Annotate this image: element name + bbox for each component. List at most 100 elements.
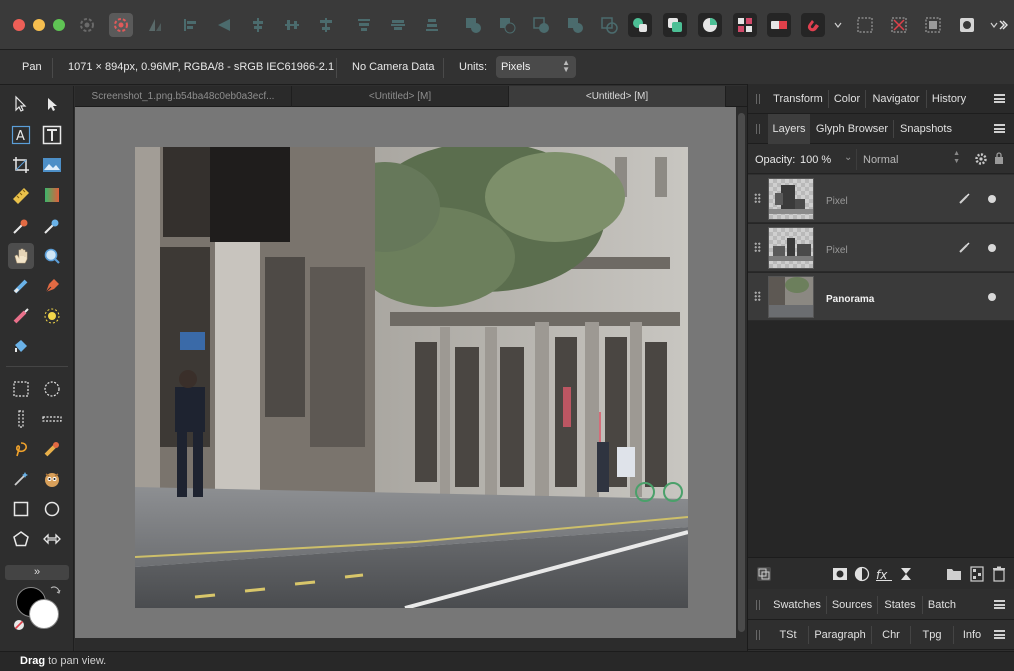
polygon-tool-icon[interactable] bbox=[8, 526, 34, 552]
close-window-button[interactable] bbox=[13, 19, 25, 31]
tab-screenshot-1[interactable]: Screenshot_1.png.b54ba48c0eb0a3ecf... bbox=[75, 86, 292, 107]
layer-settings-gear-icon[interactable] bbox=[974, 152, 988, 169]
flip-tool-icon[interactable] bbox=[39, 526, 65, 552]
live-filter-icon[interactable]: fx bbox=[876, 566, 892, 582]
fill-tool-icon[interactable] bbox=[8, 333, 34, 359]
layer-visibility-toggle[interactable] bbox=[988, 293, 996, 301]
align-bottom-icon[interactable] bbox=[420, 13, 444, 37]
layer-row[interactable]: Pixel bbox=[748, 175, 1014, 223]
toolbar-overflow-icon[interactable] bbox=[987, 13, 1011, 37]
tab-info[interactable]: Info bbox=[954, 620, 990, 650]
opacity-value[interactable]: 100 % bbox=[800, 154, 831, 166]
mask-toggle-icon[interactable] bbox=[767, 13, 791, 37]
quick-mask-icon[interactable] bbox=[733, 13, 757, 37]
boolean-intersect-icon[interactable] bbox=[529, 13, 553, 37]
align-right-icon[interactable] bbox=[246, 13, 270, 37]
add-mask-icon[interactable] bbox=[832, 566, 848, 582]
layer-drag-handle-icon[interactable] bbox=[754, 193, 761, 204]
refine-selection-icon[interactable] bbox=[955, 13, 979, 37]
vertical-scrollbar-thumb[interactable] bbox=[738, 113, 745, 632]
tab-layers[interactable]: Layers bbox=[768, 114, 810, 144]
opacity-dropdown-icon[interactable]: ⌄ bbox=[844, 152, 852, 163]
minimize-window-button[interactable] bbox=[33, 19, 45, 31]
selection-brush-paint-tool-icon[interactable] bbox=[39, 436, 65, 462]
tab-untitled-1[interactable]: <Untitled> [M] bbox=[292, 86, 509, 107]
selection-brush-tool-icon[interactable] bbox=[39, 303, 65, 329]
boolean-add-icon[interactable] bbox=[461, 13, 485, 37]
ellipse-tool-icon[interactable] bbox=[39, 496, 65, 522]
distribute-horizontal-icon[interactable] bbox=[280, 13, 304, 37]
boolean-subtract-icon[interactable] bbox=[495, 13, 519, 37]
tab-character[interactable]: Chr bbox=[872, 620, 910, 650]
delete-layer-trash-icon[interactable] bbox=[991, 566, 1007, 582]
retouch-tool-icon[interactable] bbox=[39, 466, 65, 492]
pen-tool-icon[interactable] bbox=[39, 273, 65, 299]
zoom-window-button[interactable] bbox=[53, 19, 65, 31]
swap-colors-icon[interactable] bbox=[49, 584, 61, 599]
align-left-icon[interactable] bbox=[178, 13, 202, 37]
expand-tools-button[interactable]: » bbox=[5, 565, 69, 580]
gradient-tool-icon[interactable] bbox=[39, 182, 65, 208]
rectangle-tool-icon[interactable] bbox=[8, 496, 34, 522]
brush-icon[interactable] bbox=[958, 242, 970, 257]
layer-blend-options-icon[interactable] bbox=[756, 566, 772, 582]
paint-brush-tool-icon[interactable] bbox=[8, 303, 34, 329]
panorama-image[interactable] bbox=[135, 147, 688, 608]
panel-grip-icon[interactable] bbox=[756, 630, 760, 640]
color-picker-tool-icon[interactable] bbox=[8, 213, 34, 239]
align-top-icon[interactable] bbox=[352, 13, 376, 37]
insert-behind-icon[interactable] bbox=[628, 13, 652, 37]
tab-glyph-browser[interactable]: Glyph Browser bbox=[811, 114, 893, 144]
boolean-divide-icon[interactable] bbox=[597, 13, 621, 37]
tab-snapshots[interactable]: Snapshots bbox=[894, 114, 958, 144]
elliptical-marquee-tool-icon[interactable] bbox=[39, 376, 65, 402]
tab-batch[interactable]: Batch bbox=[923, 590, 961, 620]
layer-drag-handle-icon[interactable] bbox=[754, 291, 761, 302]
add-group-folder-icon[interactable] bbox=[946, 566, 962, 582]
tab-swatches[interactable]: Swatches bbox=[768, 590, 826, 620]
photo-persona-icon[interactable] bbox=[109, 13, 133, 37]
vertical-scrollbar[interactable] bbox=[736, 107, 747, 638]
tab-navigator[interactable]: Navigator bbox=[866, 84, 926, 114]
lock-icon[interactable] bbox=[994, 151, 1004, 168]
select-all-icon[interactable] bbox=[853, 13, 877, 37]
layer-row[interactable]: Pixel bbox=[748, 224, 1014, 272]
node-select-tool-icon[interactable] bbox=[39, 91, 65, 117]
layer-row[interactable]: Panorama bbox=[748, 273, 1014, 321]
tab-sources[interactable]: Sources bbox=[827, 590, 877, 620]
tab-typography[interactable]: Tpg bbox=[911, 620, 953, 650]
freehand-selection-tool-icon[interactable] bbox=[8, 436, 34, 462]
blend-mode-dropdown[interactable]: Normal ▲ ▼ bbox=[856, 149, 966, 170]
horizontal-scrollbar[interactable] bbox=[75, 638, 747, 651]
crop-tool-icon[interactable] bbox=[8, 152, 34, 178]
measure-tool-icon[interactable] bbox=[8, 182, 34, 208]
artistic-text-tool-icon[interactable]: A bbox=[8, 122, 34, 148]
panel-grip-icon[interactable] bbox=[756, 124, 760, 134]
secondary-color-swatch[interactable] bbox=[29, 599, 59, 629]
move-tool-icon[interactable] bbox=[8, 91, 34, 117]
snapping-options-chevron-icon[interactable] bbox=[832, 13, 844, 37]
no-color-icon[interactable] bbox=[13, 619, 25, 634]
distribute-vertical-icon[interactable] bbox=[314, 13, 338, 37]
tab-transform[interactable]: Transform bbox=[768, 84, 828, 114]
adjustment-layer-icon[interactable] bbox=[854, 566, 870, 582]
boolean-xor-icon[interactable] bbox=[563, 13, 587, 37]
tab-paragraph[interactable]: Paragraph bbox=[809, 620, 871, 650]
rectangular-marquee-tool-icon[interactable] bbox=[8, 376, 34, 402]
layer-drag-handle-icon[interactable] bbox=[754, 242, 761, 253]
brush-icon[interactable] bbox=[958, 193, 970, 208]
app-settings-icon[interactable] bbox=[75, 13, 99, 37]
zoom-tool-icon[interactable] bbox=[39, 243, 65, 269]
frame-text-tool-icon[interactable] bbox=[39, 122, 65, 148]
liquify-persona-icon[interactable] bbox=[143, 13, 167, 37]
view-hand-tool-icon[interactable] bbox=[8, 243, 34, 269]
panel-menu-icon[interactable] bbox=[994, 94, 1005, 103]
panel-menu-icon[interactable] bbox=[994, 630, 1005, 639]
snapping-magnet-icon[interactable] bbox=[801, 13, 825, 37]
hourglass-icon[interactable] bbox=[898, 566, 914, 582]
add-pixel-layer-icon[interactable] bbox=[969, 566, 985, 582]
tab-color[interactable]: Color bbox=[829, 84, 865, 114]
layer-visibility-toggle[interactable] bbox=[988, 195, 996, 203]
tab-untitled-2[interactable]: <Untitled> [M] bbox=[509, 86, 726, 107]
tab-history[interactable]: History bbox=[927, 84, 971, 114]
